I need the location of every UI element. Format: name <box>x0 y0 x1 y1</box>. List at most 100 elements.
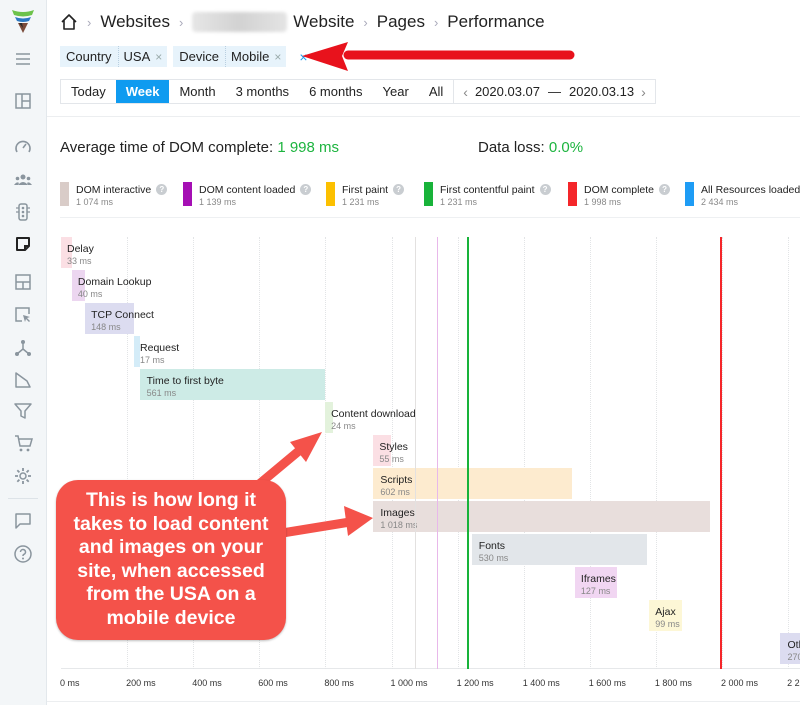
help-icon[interactable]: ? <box>539 184 551 195</box>
logo-icon[interactable] <box>9 6 37 34</box>
chevron-right-icon[interactable]: › <box>638 84 649 100</box>
dashboard-icon[interactable] <box>12 90 34 112</box>
dom-complete-label: Average time of DOM complete: <box>60 139 274 156</box>
redacted-website-name <box>192 12 288 32</box>
callout-line: takes to load content <box>73 512 269 535</box>
grid-line <box>589 237 591 669</box>
legend-swatch <box>685 182 694 206</box>
divider <box>47 701 800 702</box>
bar-value: 33 ms <box>67 256 92 266</box>
legend-label: All Resources loaded <box>701 184 800 196</box>
period-all[interactable]: All <box>419 80 453 103</box>
bar-value: 40 ms <box>77 289 103 299</box>
period-3-months[interactable]: 3 months <box>226 80 299 103</box>
x-tick-label: 2 200 ms <box>787 678 800 688</box>
sidebar-divider <box>8 498 38 499</box>
cursor-click-icon[interactable] <box>12 304 34 326</box>
dom-complete-value: 1 998 ms <box>277 139 340 156</box>
x-tick-label: 2 000 ms <box>721 678 759 688</box>
x-tick-label: 200 ms <box>126 678 156 688</box>
filter-bar: Country USA × Device Mobile × × <box>60 46 308 67</box>
marker-line-dom-complete <box>720 237 723 669</box>
period-week[interactable]: Week <box>115 80 170 103</box>
x-tick-label: 1 000 ms <box>390 678 428 688</box>
remove-filter-icon[interactable]: × <box>274 50 281 64</box>
filter-chip-device[interactable]: Device Mobile × <box>173 46 287 67</box>
x-tick-label: 1 200 ms <box>456 678 494 688</box>
layout-icon[interactable] <box>12 271 34 293</box>
period-today[interactable]: Today <box>61 80 116 103</box>
x-axis-line <box>61 668 800 669</box>
grid-line <box>457 237 459 669</box>
breadcrumb-separator: › <box>178 14 184 30</box>
period-year[interactable]: Year <box>373 80 419 103</box>
grid-line <box>788 237 790 669</box>
bar-value: 1 018 ms <box>380 520 418 530</box>
legend-label: DOM content loaded? <box>199 184 312 196</box>
traffic-light-icon[interactable] <box>12 201 34 223</box>
x-tick-label: 1 600 ms <box>588 678 626 688</box>
date-from[interactable]: 2020.03.07 <box>475 84 540 99</box>
remove-filter-icon[interactable]: × <box>155 50 162 64</box>
legend-label: DOM complete? <box>584 184 671 196</box>
legend-swatch <box>424 182 433 206</box>
filter-chip-country[interactable]: Country USA × <box>60 46 168 67</box>
callout-line: from the USA on a <box>86 583 256 605</box>
marker-line-first-contentful-paint <box>466 237 469 669</box>
date-to[interactable]: 2020.03.13 <box>569 84 634 99</box>
help-icon[interactable]: ? <box>156 184 168 195</box>
breadcrumb-separator: › <box>433 14 439 30</box>
bar-value: 602 ms <box>380 487 410 497</box>
callout-line: mobile device <box>106 606 236 629</box>
legend-label-text: All Resources loaded <box>701 184 800 196</box>
legend-swatch <box>568 182 577 206</box>
legend-swatch <box>183 182 192 206</box>
filter-value: Mobile × <box>226 46 286 67</box>
bar-value: 148 ms <box>91 322 121 332</box>
filter-key: Country <box>60 46 119 67</box>
help-icon[interactable]: ? <box>659 184 671 195</box>
period-month[interactable]: Month <box>169 80 225 103</box>
help-icon[interactable]: ? <box>300 184 312 195</box>
breadcrumb-websites[interactable]: Websites <box>100 12 170 32</box>
help-icon[interactable] <box>12 543 34 565</box>
breadcrumb-separator: › <box>363 14 368 30</box>
bar-value: 270 ms <box>787 652 800 662</box>
chat-icon[interactable] <box>12 510 34 532</box>
notes-icon[interactable] <box>12 233 34 255</box>
cart-icon[interactable] <box>12 432 34 454</box>
grid-line <box>523 237 525 669</box>
divider <box>47 116 800 117</box>
filter-value-text: Mobile <box>231 49 270 64</box>
divider <box>60 217 800 218</box>
legend-swatch <box>60 182 69 206</box>
speedometer-icon[interactable] <box>12 136 34 158</box>
waterfall-bar[interactable] <box>134 336 140 367</box>
data-loss-label: Data loss: <box>478 139 545 156</box>
legend-value: 1 231 ms <box>440 197 478 207</box>
network-icon[interactable] <box>12 337 34 359</box>
users-icon[interactable] <box>12 169 34 191</box>
x-tick-label: 400 ms <box>192 678 222 688</box>
filter-icon[interactable] <box>12 400 34 422</box>
breadcrumb: › Websites › Website › Pages › Performan… <box>60 10 545 34</box>
help-icon[interactable]: ? <box>393 184 405 195</box>
bar-label: Styles <box>379 441 408 453</box>
waterfall-bar[interactable] <box>373 501 710 532</box>
legend-label-text: DOM interactive <box>76 184 152 196</box>
gear-icon[interactable] <box>12 465 34 487</box>
bar-value: 17 ms <box>140 355 165 365</box>
period-6-months[interactable]: 6 months <box>299 80 372 103</box>
area-chart-icon[interactable] <box>12 369 34 391</box>
breadcrumb-website[interactable]: Website <box>293 12 354 32</box>
annotation-arrow-filters <box>302 42 575 71</box>
breadcrumb-pages[interactable]: Pages <box>377 12 425 32</box>
dom-complete-summary: Average time of DOM complete: 1 998 ms <box>60 139 339 156</box>
home-icon[interactable] <box>60 13 78 31</box>
legend-label-text: DOM content loaded <box>199 184 296 196</box>
legend-label: DOM interactive? <box>76 184 168 196</box>
chevron-left-icon[interactable]: ‹ <box>460 84 471 100</box>
legend-label: First paint? <box>342 184 405 196</box>
menu-icon[interactable] <box>12 48 34 70</box>
bar-label: Delay <box>67 243 94 255</box>
